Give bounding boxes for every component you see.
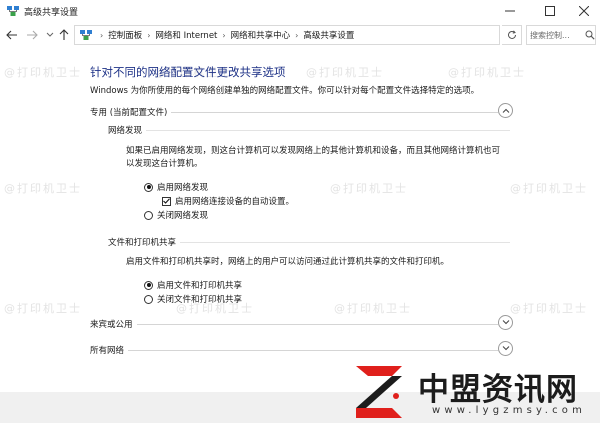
divider — [90, 350, 498, 351]
breadcrumb: › 控制面板 › 网络和 Internet › 网络和共享中心 › 高级共享设置 — [95, 26, 354, 44]
minimize-icon — [505, 10, 515, 12]
checkbox-label: 启用网络连接设备的自动设置。 — [175, 197, 295, 207]
expand-guest-button[interactable] — [498, 315, 513, 330]
section-guest-label: 来宾或公用 — [90, 318, 137, 330]
brand-name: 中盟资讯网 — [418, 372, 578, 408]
radio-label: 启用网络发现 — [157, 183, 209, 193]
arrow-up-icon — [59, 29, 69, 40]
page-description: Windows 为你所使用的每个网络创建单独的网络配置文件。你可以针对每个配置文… — [90, 86, 480, 96]
close-button[interactable] — [566, 0, 600, 22]
chevron-down-icon — [46, 32, 54, 37]
radio-label: 关闭文件和打印机共享 — [157, 295, 243, 305]
navigation-bar: › 控制面板 › 网络和 Internet › 网络和共享中心 › 高级共享设置… — [0, 22, 600, 48]
file-printer-sharing-label: 文件和打印机共享 — [108, 236, 181, 248]
close-icon — [579, 6, 589, 16]
radio-label: 启用文件和打印机共享 — [157, 281, 243, 291]
radio-disable-file-sharing[interactable]: 关闭文件和打印机共享 — [144, 293, 242, 305]
section-private-header[interactable]: 专用 (当前配置文件) — [90, 103, 514, 119]
radio-selected-icon — [144, 280, 153, 290]
refresh-icon — [507, 30, 516, 39]
arrow-left-icon — [6, 30, 17, 40]
watermark-text: @打印机卫士 — [306, 66, 384, 79]
watermark-text: @打印机卫士 — [330, 182, 408, 195]
up-button[interactable] — [56, 27, 72, 43]
search-placeholder: 搜索控制... — [530, 31, 570, 40]
radio-selected-icon — [144, 182, 153, 192]
network-icon — [80, 30, 92, 40]
checkbox-auto-setup[interactable]: 启用网络连接设备的自动设置。 — [162, 195, 294, 207]
section-private-label: 专用 (当前配置文件) — [90, 106, 172, 118]
brand-url: www.lygzmsy.com — [432, 405, 587, 416]
section-all-networks-label: 所有网络 — [90, 344, 129, 356]
watermark-text: @打印机卫士 — [510, 182, 588, 195]
radio-disable-network-discovery[interactable]: 关闭网络发现 — [144, 209, 208, 221]
chevron-right-icon: › — [295, 30, 299, 40]
section-all-networks-header[interactable]: 所有网络 — [90, 341, 514, 357]
search-input[interactable]: 搜索控制... — [526, 25, 596, 45]
radio-unselected-icon — [144, 210, 153, 220]
chevron-down-icon — [502, 320, 509, 325]
page-title: 针对不同的网络配置文件更改共享选项 — [90, 65, 286, 79]
window-title: 高级共享设置 — [24, 8, 79, 18]
network-discovery-label: 网络发现 — [108, 124, 147, 136]
refresh-button[interactable] — [502, 25, 522, 45]
chevron-right-icon: › — [100, 30, 104, 40]
watermark-text: @打印机卫士 — [448, 66, 526, 79]
watermark-text: @打印机卫士 — [4, 182, 82, 195]
checkmark-icon — [163, 198, 170, 204]
breadcrumb-network-sharing-center[interactable]: 网络和共享中心 — [231, 29, 291, 41]
breadcrumb-network-internet[interactable]: 网络和 Internet — [155, 29, 217, 41]
network-discovery-description: 如果已启用网络发现，则这台计算机可以发现网络上的其他计算机和设备，而且其他网络计… — [126, 146, 501, 169]
forward-button[interactable] — [24, 27, 40, 43]
file-printer-sharing-description: 启用文件和打印机共享时，网络上的用户可以访问通过此计算机共享的文件和打印机。 — [126, 257, 450, 267]
chevron-right-icon: › — [222, 30, 226, 40]
breadcrumb-advanced-sharing[interactable]: 高级共享设置 — [303, 29, 354, 41]
divider — [108, 130, 510, 131]
chevron-down-icon — [502, 346, 509, 351]
expand-all-networks-button[interactable] — [498, 341, 513, 356]
minimize-button[interactable] — [492, 0, 528, 22]
title-bar: 高级共享设置 — [0, 0, 600, 22]
maximize-button[interactable] — [532, 0, 568, 22]
chevron-right-icon: › — [147, 30, 151, 40]
radio-unselected-icon — [144, 294, 153, 304]
file-printer-sharing-header: 文件和打印机共享 — [108, 236, 510, 248]
section-guest-header[interactable]: 来宾或公用 — [90, 315, 514, 331]
maximize-icon — [545, 6, 555, 16]
network-app-icon — [7, 6, 19, 16]
brand-mark-icon — [356, 366, 402, 418]
search-icon — [585, 30, 595, 40]
address-bar[interactable]: › 控制面板 › 网络和 Internet › 网络和共享中心 › 高级共享设置 — [74, 25, 565, 45]
chevron-up-icon — [502, 108, 509, 113]
breadcrumb-control-panel[interactable]: 控制面板 — [108, 29, 142, 41]
arrow-right-icon — [27, 30, 38, 40]
watermark-text: @打印机卫士 — [4, 66, 82, 79]
checkbox-checked-icon — [162, 196, 171, 206]
watermark-text: @打印机卫士 — [334, 302, 412, 315]
network-discovery-header: 网络发现 — [108, 124, 510, 136]
watermark-text: @打印机卫士 — [4, 302, 82, 315]
radio-label: 关闭网络发现 — [157, 211, 209, 221]
divider — [90, 324, 498, 325]
collapse-private-button[interactable] — [498, 103, 513, 118]
watermark-text: @打印机卫士 — [510, 302, 588, 315]
brand-logo: 中盟资讯网 www.lygzmsy.com — [346, 360, 600, 423]
back-button[interactable] — [4, 27, 20, 43]
radio-enable-network-discovery[interactable]: 启用网络发现 — [144, 181, 208, 193]
radio-enable-file-sharing[interactable]: 启用文件和打印机共享 — [144, 279, 242, 291]
